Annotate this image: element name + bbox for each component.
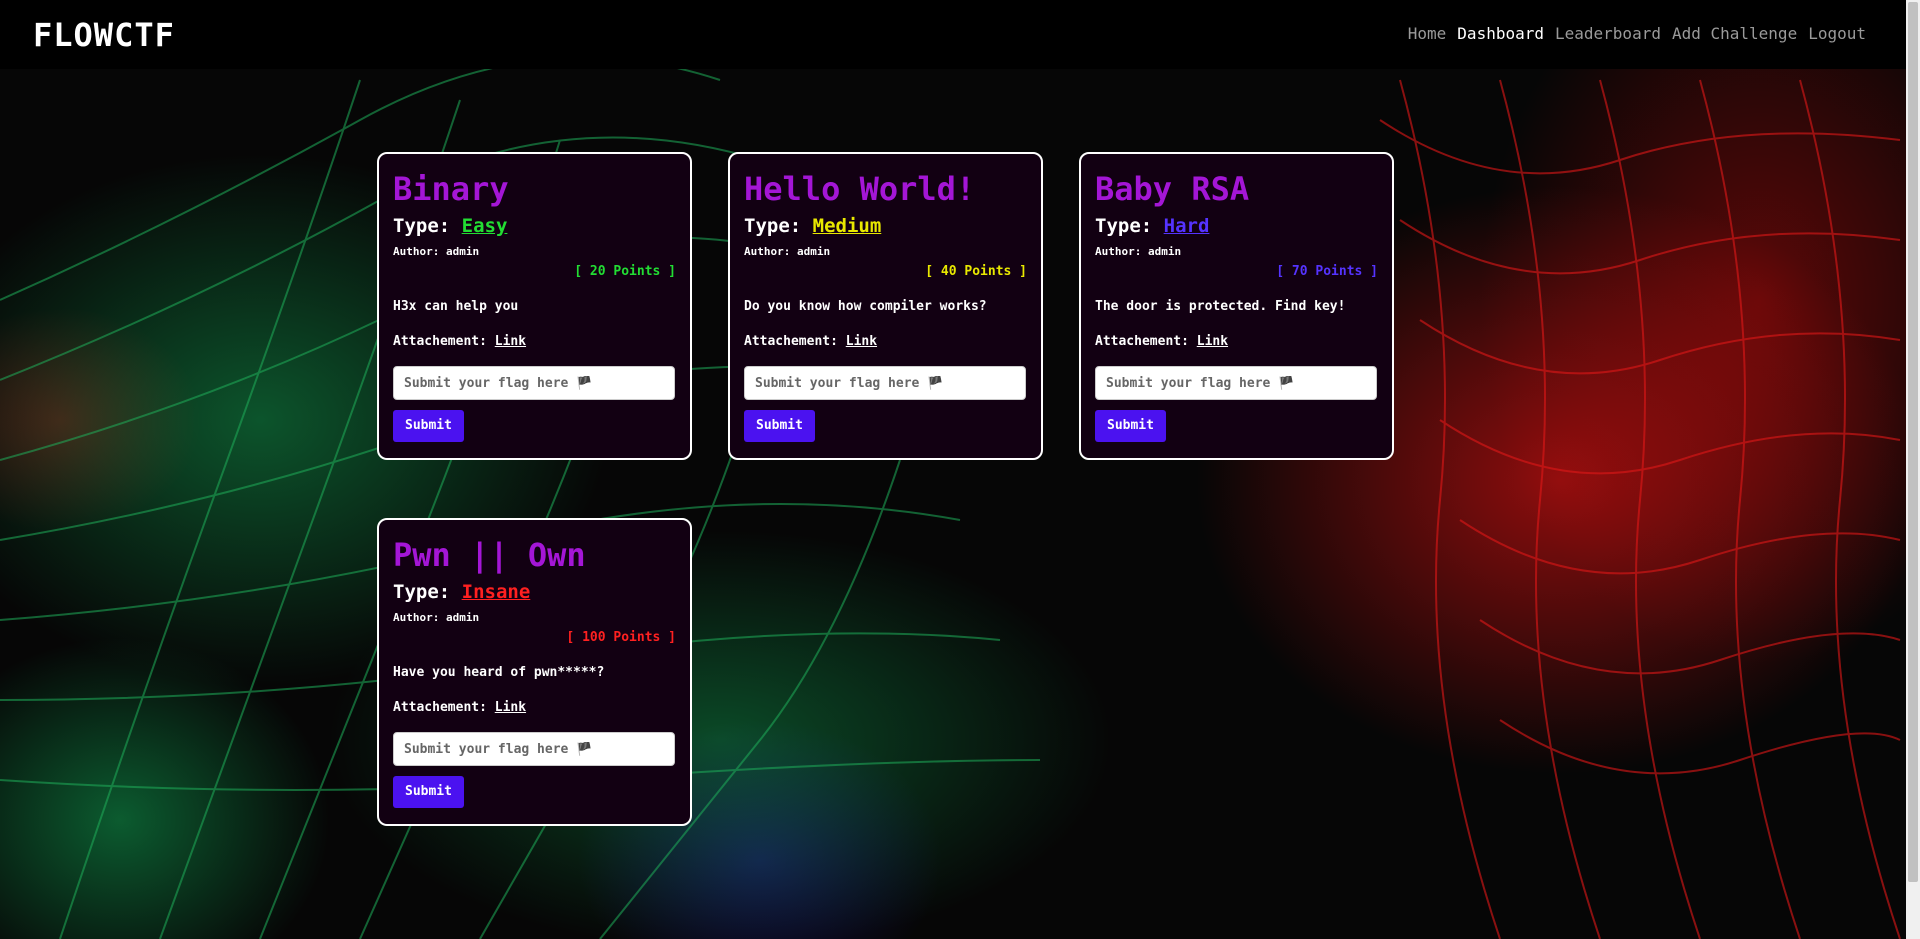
page-scrollbar[interactable] (1906, 0, 1920, 939)
challenge-card: Baby RSA Type: Hard Author: admin [ 70 P… (1079, 152, 1394, 460)
challenge-description: H3x can help you (393, 299, 519, 314)
challenge-type: Type: Easy (393, 214, 676, 238)
difficulty-link[interactable]: Insane (462, 581, 531, 603)
challenge-points: [ 100 Points ] (566, 630, 676, 645)
attachment-link[interactable]: Link (1197, 334, 1228, 349)
submit-button[interactable]: Submit (393, 410, 464, 442)
submit-button[interactable]: Submit (393, 776, 464, 808)
flag-input[interactable] (744, 366, 1026, 400)
difficulty-link[interactable]: Hard (1164, 215, 1210, 237)
flag-input[interactable] (1095, 366, 1377, 400)
challenge-title: Hello World! (744, 170, 976, 208)
flag-input[interactable] (393, 366, 675, 400)
challenge-author: Author: admin (393, 611, 480, 624)
difficulty-link[interactable]: Easy (462, 215, 508, 237)
challenge-attachment: Attachement: Link (744, 333, 1027, 351)
attachment-label: Attachement: (744, 334, 846, 349)
type-label: Type: (393, 581, 462, 603)
nav-links: Home Dashboard Leaderboard Add Challenge… (1397, 24, 1866, 43)
nav-home[interactable]: Home (1408, 24, 1447, 43)
challenge-author: Author: admin (744, 245, 831, 258)
challenge-author: Author: admin (393, 245, 480, 258)
challenge-attachment: Attachement: Link (1095, 333, 1378, 351)
challenge-title: Binary (393, 170, 509, 208)
challenge-card: Binary Type: Easy Author: admin [ 20 Poi… (377, 152, 692, 460)
nav-add-challenge[interactable]: Add Challenge (1672, 24, 1797, 43)
challenge-attachment: Attachement: Link (393, 699, 676, 717)
network-mesh-art (0, 56, 1901, 939)
attachment-label: Attachement: (1095, 334, 1197, 349)
challenge-points: [ 70 Points ] (1276, 264, 1378, 279)
top-navbar: FLOWCTF Home Dashboard Leaderboard Add C… (0, 0, 1906, 69)
brand-logo[interactable]: FLOWCTF (33, 16, 175, 54)
challenge-description: The door is protected. Find key! (1095, 299, 1346, 314)
flag-input[interactable] (393, 732, 675, 766)
challenge-attachment: Attachement: Link (393, 333, 676, 351)
difficulty-link[interactable]: Medium (813, 215, 882, 237)
challenge-title: Pwn || Own (393, 536, 586, 574)
challenge-card: Hello World! Type: Medium Author: admin … (728, 152, 1043, 460)
type-label: Type: (1095, 215, 1164, 237)
challenge-type: Type: Hard (1095, 214, 1378, 238)
challenge-author: Author: admin (1095, 245, 1182, 258)
nav-dashboard[interactable]: Dashboard (1457, 24, 1544, 43)
challenge-description: Do you know how compiler works? (744, 299, 987, 314)
challenge-points: [ 20 Points ] (574, 264, 676, 279)
background-image (0, 0, 1920, 939)
attachment-link[interactable]: Link (495, 334, 526, 349)
scrollbar-thumb[interactable] (1908, 2, 1918, 882)
submit-button[interactable]: Submit (1095, 410, 1166, 442)
type-label: Type: (393, 215, 462, 237)
type-label: Type: (744, 215, 813, 237)
nav-leaderboard[interactable]: Leaderboard (1555, 24, 1661, 43)
challenge-type: Type: Insane (393, 580, 676, 604)
submit-button[interactable]: Submit (744, 410, 815, 442)
challenge-type: Type: Medium (744, 214, 1027, 238)
attachment-label: Attachement: (393, 334, 495, 349)
challenge-description: Have you heard of pwn*****? (393, 665, 605, 680)
challenge-card: Pwn || Own Type: Insane Author: admin [ … (377, 518, 692, 826)
challenge-points: [ 40 Points ] (925, 264, 1027, 279)
nav-logout[interactable]: Logout (1808, 24, 1866, 43)
attachment-link[interactable]: Link (495, 700, 526, 715)
challenge-title: Baby RSA (1095, 170, 1250, 208)
attachment-label: Attachement: (393, 700, 495, 715)
attachment-link[interactable]: Link (846, 334, 877, 349)
